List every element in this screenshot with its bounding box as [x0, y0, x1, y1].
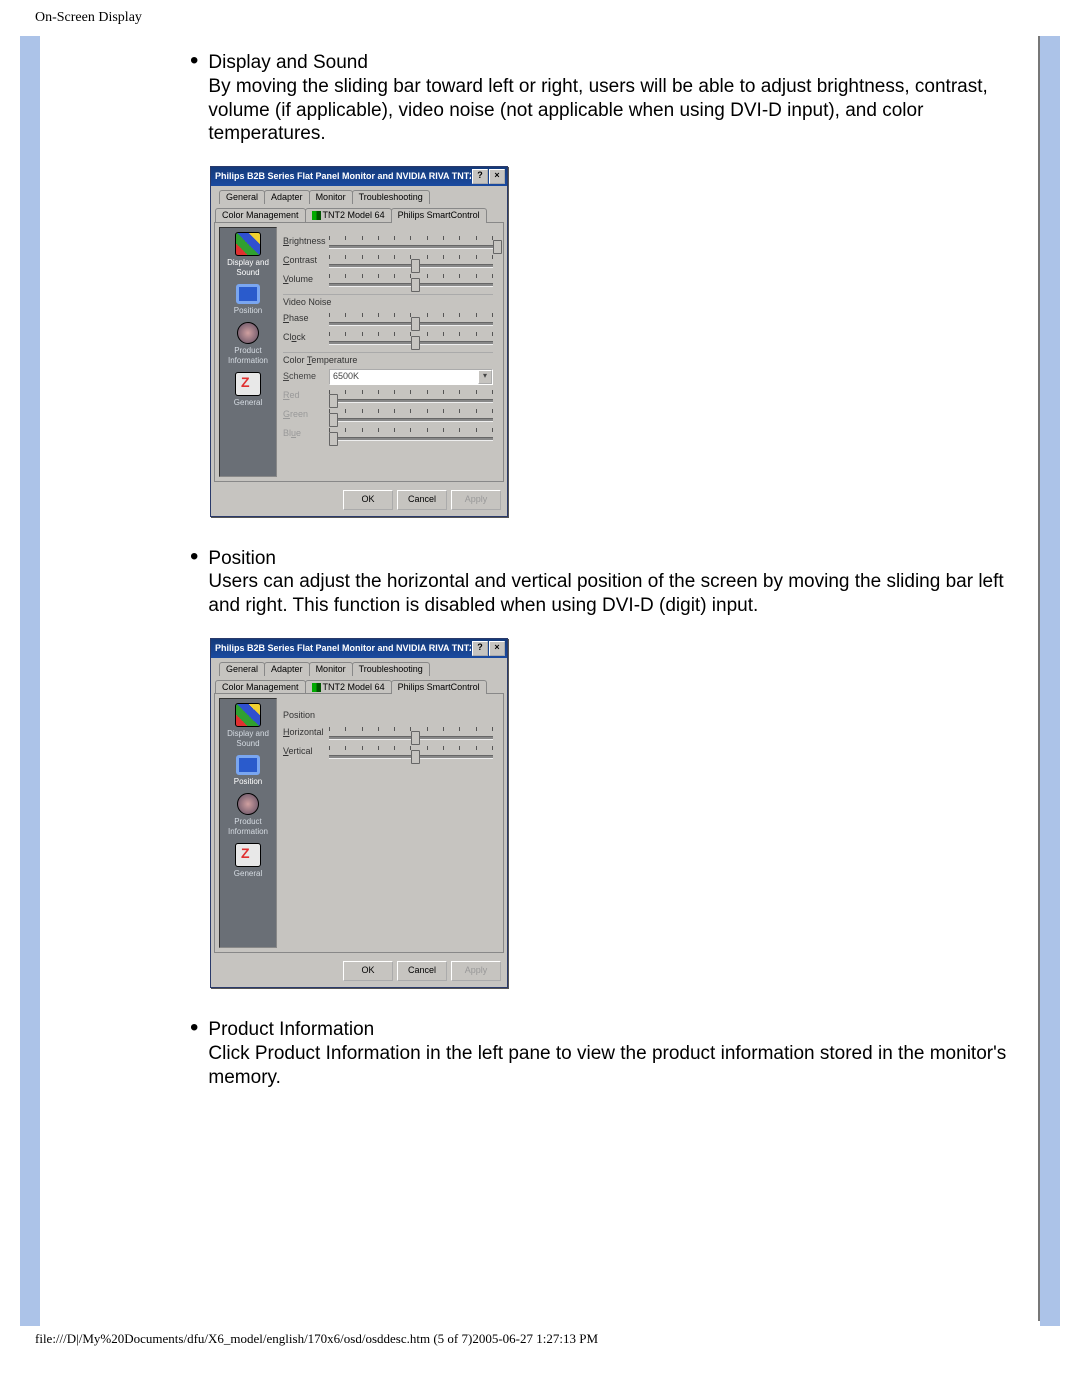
- general-icon: [235, 843, 261, 867]
- nav-position[interactable]: Position: [224, 284, 272, 316]
- nav-product-info[interactable]: Product Information: [224, 322, 272, 366]
- section-display-sound: • Display and Sound By moving the slidin…: [190, 51, 1020, 517]
- section-body: By moving the sliding bar toward left or…: [208, 76, 987, 145]
- tab-color-management[interactable]: Color Management: [215, 208, 306, 222]
- dialog-display-sound: Philips B2B Series Flat Panel Monitor an…: [210, 166, 508, 517]
- bullet-icon: •: [190, 547, 198, 567]
- help-button[interactable]: ?: [472, 641, 488, 656]
- scheme-value: 6500K: [330, 371, 478, 382]
- section-body: Users can adjust the horizontal and vert…: [208, 571, 1003, 616]
- nav-display-sound[interactable]: Display and Sound: [224, 232, 272, 278]
- apply-button[interactable]: Apply: [451, 961, 501, 981]
- section-position: • Position Users can adjust the horizont…: [190, 547, 1020, 989]
- dialog-titlebar[interactable]: Philips B2B Series Flat Panel Monitor an…: [211, 639, 507, 658]
- close-button[interactable]: ×: [489, 641, 505, 656]
- tab-troubleshooting[interactable]: Troubleshooting: [352, 190, 430, 204]
- tab-monitor[interactable]: Monitor: [309, 662, 353, 676]
- tab-adapter[interactable]: Adapter: [264, 662, 310, 676]
- slider-volume[interactable]: Volume: [283, 272, 493, 288]
- tab-general[interactable]: General: [219, 662, 265, 676]
- ok-button[interactable]: OK: [343, 490, 393, 510]
- tab-troubleshooting[interactable]: Troubleshooting: [352, 662, 430, 676]
- page-header: On-Screen Display: [0, 0, 1080, 36]
- slider-contrast[interactable]: Contrast: [283, 253, 493, 269]
- dialog-position: Philips B2B Series Flat Panel Monitor an…: [210, 638, 508, 989]
- dialog-titlebar[interactable]: Philips B2B Series Flat Panel Monitor an…: [211, 167, 507, 186]
- dialog-title: Philips B2B Series Flat Panel Monitor an…: [215, 171, 471, 182]
- position-icon: [236, 284, 260, 304]
- nav-position[interactable]: Position: [224, 755, 272, 787]
- chevron-down-icon[interactable]: ▾: [478, 370, 492, 384]
- tab-monitor[interactable]: Monitor: [309, 190, 353, 204]
- tab-adapter[interactable]: Adapter: [264, 190, 310, 204]
- outer-frame: • Display and Sound By moving the slidin…: [20, 36, 1060, 1326]
- tab-smartcontrol[interactable]: Philips SmartControl: [391, 680, 487, 694]
- tab-tnt2[interactable]: TNT2 Model 64: [305, 208, 392, 222]
- display-sound-icon: [235, 232, 261, 256]
- combo-scheme[interactable]: Scheme 6500K ▾: [283, 369, 493, 385]
- nvidia-icon: [312, 211, 321, 220]
- position-icon: [236, 755, 260, 775]
- group-color-temp: Color Temperature: [283, 352, 493, 366]
- close-button[interactable]: ×: [489, 169, 505, 184]
- nav-display-sound[interactable]: Display and Sound: [224, 703, 272, 749]
- product-info-icon: [237, 793, 259, 815]
- section-body: Click Product Information in the left pa…: [208, 1043, 1006, 1088]
- product-info-icon: [237, 322, 259, 344]
- section-product-info: • Product Information Click Product Info…: [190, 1018, 1020, 1089]
- group-position: Position: [283, 708, 493, 721]
- section-title: Position: [208, 548, 276, 569]
- tab-general[interactable]: General: [219, 190, 265, 204]
- display-sound-icon: [235, 703, 261, 727]
- slider-red: Red: [283, 388, 493, 404]
- slider-brightness[interactable]: Brightness: [283, 234, 493, 250]
- dialog-title: Philips B2B Series Flat Panel Monitor an…: [215, 643, 471, 654]
- slider-vertical[interactable]: Vertical: [283, 744, 493, 760]
- nvidia-icon: [312, 683, 321, 692]
- general-icon: [235, 372, 261, 396]
- group-video-noise: Video Noise: [283, 294, 493, 308]
- dialog-side-nav: Display and Sound Position Product Infor…: [219, 227, 277, 477]
- slider-horizontal[interactable]: Horizontal: [283, 725, 493, 741]
- bullet-icon: •: [190, 51, 198, 71]
- footer-path: file:///D|/My%20Documents/dfu/X6_model/e…: [0, 1326, 1080, 1357]
- cancel-button[interactable]: Cancel: [397, 490, 447, 510]
- nav-general[interactable]: General: [224, 843, 272, 879]
- tab-smartcontrol[interactable]: Philips SmartControl: [391, 208, 487, 222]
- slider-phase[interactable]: Phase: [283, 311, 493, 327]
- nav-general[interactable]: General: [224, 372, 272, 408]
- apply-button[interactable]: Apply: [451, 490, 501, 510]
- inner-content: • Display and Sound By moving the slidin…: [40, 36, 1040, 1321]
- slider-clock[interactable]: Clock: [283, 330, 493, 346]
- help-button[interactable]: ?: [472, 169, 488, 184]
- section-title: Display and Sound: [208, 52, 368, 73]
- nav-product-info[interactable]: Product Information: [224, 793, 272, 837]
- tab-tnt2[interactable]: TNT2 Model 64: [305, 680, 392, 694]
- tab-color-management[interactable]: Color Management: [215, 680, 306, 694]
- slider-green: Green: [283, 407, 493, 423]
- slider-blue: Blue: [283, 426, 493, 442]
- section-title: Product Information: [208, 1019, 374, 1040]
- ok-button[interactable]: OK: [343, 961, 393, 981]
- bullet-icon: •: [190, 1018, 198, 1038]
- dialog-side-nav: Display and Sound Position Product Infor…: [219, 698, 277, 948]
- cancel-button[interactable]: Cancel: [397, 961, 447, 981]
